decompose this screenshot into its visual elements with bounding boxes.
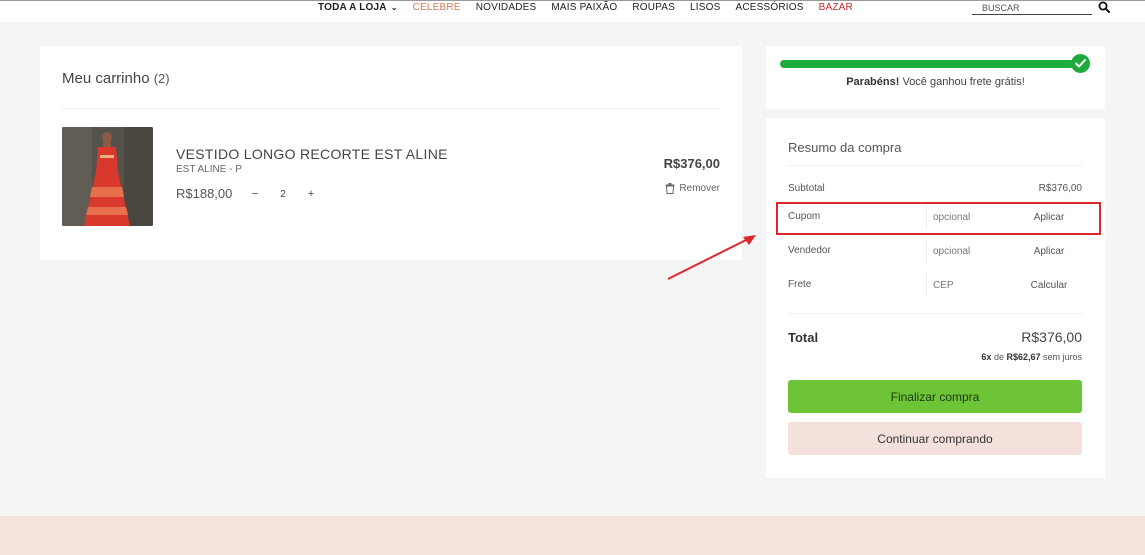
seller-input[interactable] [926,239,1016,263]
cart-title: Meu carrinho (2) [62,70,170,87]
decrease-quantity-button[interactable]: − [242,188,268,200]
order-summary-panel: Resumo da compra Subtotal R$376,00 Cupom… [766,118,1105,478]
nav-item-novidades[interactable]: NOVIDADES [476,2,537,13]
installments-text: 6x de R$62,67 sem juros [981,352,1082,362]
line-total: R$376,00 [663,156,720,171]
nav-item-toda-a-loja[interactable]: TODA A LOJA ⌄ [318,2,398,13]
nav-item-mais-paixao[interactable]: MAIS PAIXÃO [551,2,617,13]
trash-icon [665,183,675,194]
shipping-field: Calcular [926,273,1082,297]
continue-shopping-button[interactable]: Continuar comprando [788,422,1082,455]
quantity-stepper: − 2 + [242,183,332,205]
increase-quantity-button[interactable]: + [298,188,324,200]
subtotal-value: R$376,00 [1038,183,1082,194]
nav-item-bazar[interactable]: BAZAR [819,2,853,13]
calculate-shipping-button[interactable]: Calcular [1016,280,1082,291]
product-variant: EST ALINE - P [176,164,242,175]
free-shipping-message-bold: Parabéns! [846,76,900,88]
remove-item-button[interactable]: Remover [665,183,720,194]
cart-panel: Meu carrinho (2) VESTIDO LONGO RECORTE E… [40,46,742,260]
cep-input[interactable] [926,273,1016,297]
footer-band [0,516,1145,555]
subtotal-label: Subtotal [788,183,825,194]
apply-seller-button[interactable]: Aplicar [1016,246,1082,257]
nav-item-acessorios[interactable]: ACESSÓRIOS [735,2,803,13]
divider [62,108,720,109]
free-shipping-panel: Parabéns! Você ganhou frete grátis! [766,46,1105,109]
remove-label: Remover [679,183,720,194]
installments-value: R$62,67 [1006,352,1041,362]
quantity-value[interactable]: 2 [268,189,298,200]
dress-photo-icon [62,127,153,226]
seller-field: Aplicar [926,239,1082,263]
top-navbar: TODA A LOJA ⌄ CELEBRE NOVIDADES MAIS PAIX… [0,0,1145,22]
check-icon [1071,54,1090,73]
annotation-highlight-box [776,202,1101,235]
search-input[interactable] [972,1,1092,15]
total-label: Total [788,330,819,345]
total-value: R$376,00 [1021,329,1082,345]
installments-count: 6x [981,352,992,362]
installments-rest: sem juros [1040,352,1082,362]
shipping-label: Frete [788,279,812,290]
main-nav: TODA A LOJA ⌄ CELEBRE NOVIDADES MAIS PAIX… [318,1,868,13]
annotation-arrow-icon [667,235,756,280]
checkout-button[interactable]: Finalizar compra [788,380,1082,413]
summary-title: Resumo da compra [788,140,902,155]
free-shipping-progress [780,60,1086,68]
installments-de: de [991,352,1007,362]
cart-title-text: Meu carrinho [62,70,150,87]
chevron-down-icon: ⌄ [390,2,398,12]
product-unit-price: R$188,00 [176,186,233,201]
cart-count: (2) [153,71,170,86]
seller-label: Vendedor [788,245,831,256]
progress-fill [780,60,1086,68]
nav-item-roupas[interactable]: ROUPAS [632,2,675,13]
divider [788,165,1082,166]
divider [788,313,1082,314]
product-name[interactable]: VESTIDO LONGO RECORTE EST ALINE [176,146,448,162]
search-icon[interactable] [1098,1,1110,13]
free-shipping-message: Parabéns! Você ganhou frete grátis! [766,76,1105,88]
nav-item-celebre[interactable]: CELEBRE [413,2,461,13]
nav-item-label: TODA A LOJA [318,1,387,13]
nav-item-lisos[interactable]: LISOS [690,2,720,13]
product-image[interactable] [62,127,153,226]
free-shipping-message-text: Você ganhou frete grátis! [899,76,1025,88]
